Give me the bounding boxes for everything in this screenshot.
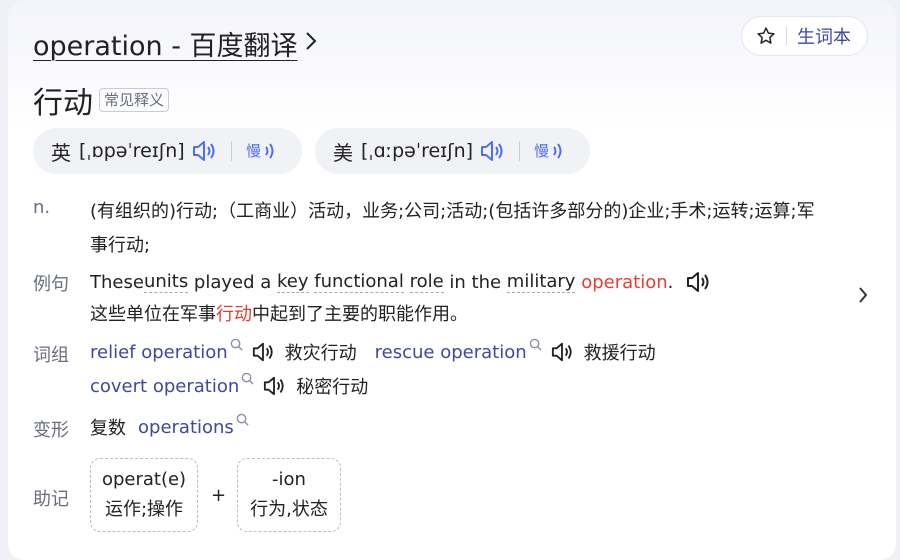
phrase-row-2: covert operation 秘密行动 [90,372,369,399]
phrase-meaning: 秘密行动 [296,377,369,398]
phrase-item: rescue operation 救援行动 [375,338,656,365]
search-icon[interactable] [230,338,243,354]
pronunciation-uk: 英 [ˌɒpəˈreɪʃn] 慢 [33,128,302,174]
mnemonic-root: operat(e) [101,469,187,490]
example-word[interactable]: role [409,271,444,293]
title-text: operation - 百度翻译 [33,31,298,62]
phrase-link[interactable]: covert operation [90,376,239,397]
chevron-right-icon[interactable] [856,284,870,310]
mnemonic-root: -ion [272,469,306,490]
search-icon[interactable] [241,372,254,388]
phrase-item: covert operation 秘密行动 [90,372,369,399]
svg-text:慢: 慢 [534,142,549,160]
speaker-icon[interactable] [191,139,217,163]
mnemonic-root-box: operat(e) 运作;操作 [90,458,198,532]
inflection-label: 变形 [33,420,69,441]
phrase-row-1: relief operation 救灾行动 rescue operation 救… [90,338,656,365]
chevron-right-icon [304,28,318,59]
phrases-label: 词组 [33,345,69,366]
phonetic-text: [ˌɑːpəˈreɪʃn] [361,140,474,162]
speaker-icon[interactable] [251,341,275,363]
slow-speaker-icon[interactable]: 慢 [534,138,568,164]
pronunciation-us: 美 [ˌɑːpəˈreɪʃn] 慢 [315,128,590,174]
mnemonic-meaning: 行为,状态 [250,499,328,520]
speaker-icon[interactable] [479,139,505,163]
example-word: . [667,271,674,293]
svg-text:慢: 慢 [246,142,261,160]
definition-line-1: (有组织的)行动;（工商业）活动，业务;公司;活动;(包括许多部分的)企业;手术… [90,201,815,222]
inflection-link[interactable]: operations [138,417,234,438]
phrase-link[interactable]: rescue operation [375,342,527,363]
phrase-meaning: 救灾行动 [284,343,357,364]
example-word[interactable]: military [506,271,576,293]
mnemonic-label: 助记 [33,489,69,510]
search-icon[interactable] [529,338,542,354]
example-word: played a [188,271,278,293]
divider [786,27,787,45]
example-word[interactable]: units [143,271,189,293]
phrase-meaning: 救援行动 [583,343,656,364]
example-sentence-en: These units played a key functional role… [90,270,711,294]
region-label: 英 [51,140,71,165]
page-title-link[interactable]: operation - 百度翻译 [33,24,318,63]
phrase-link[interactable]: relief operation [90,342,228,363]
example-label: 例句 [33,274,69,295]
region-label: 美 [333,140,353,165]
headword-translation: 行动 [33,86,93,121]
plus-sign: + [211,485,227,506]
example-highlight-word: operation [581,271,668,293]
phrase-item: relief operation 救灾行动 [90,338,357,365]
part-of-speech-label: n. [33,197,51,218]
example-word[interactable]: functional [314,271,404,293]
example-zh-highlight: 行动 [216,304,252,325]
inflection-row: 复数 operations [90,413,249,440]
example-zh-text: 中起到了主要的职能作用。 [252,304,468,325]
dictionary-card: operation - 百度翻译 生词本 行动 常见释义 英 [ˌɒpəˈreɪ… [8,0,896,560]
example-sentence-zh: 这些单位在军事行动中起到了主要的职能作用。 [90,300,468,326]
definition-line-2: 事行动; [90,235,151,256]
speaker-icon[interactable] [550,341,574,363]
slow-speaker-icon[interactable]: 慢 [246,138,280,164]
vocab-button-label: 生词本 [797,27,851,48]
divider [230,141,232,161]
mnemonic-suffix-box: -ion 行为,状态 [237,458,341,532]
inflection-item: operations [138,413,249,438]
inflection-kind: 复数 [90,418,126,439]
speaker-icon[interactable] [685,270,711,294]
example-zh-text: 这些单位在军事 [90,304,216,325]
divider [519,141,521,161]
example-word[interactable]: key [277,271,309,293]
star-icon [756,26,776,46]
common-meaning-tag: 常见释义 [99,88,170,112]
add-to-vocab-button[interactable]: 生词本 [741,16,868,56]
example-word: in the [443,271,507,293]
mnemonic-meaning: 运作;操作 [104,499,184,520]
search-icon[interactable] [236,413,249,429]
speaker-icon[interactable] [262,375,286,397]
headword: 行动 常见释义 [33,78,170,122]
phonetic-text: [ˌɒpəˈreɪʃn] [79,140,185,162]
example-word: These [90,271,144,293]
